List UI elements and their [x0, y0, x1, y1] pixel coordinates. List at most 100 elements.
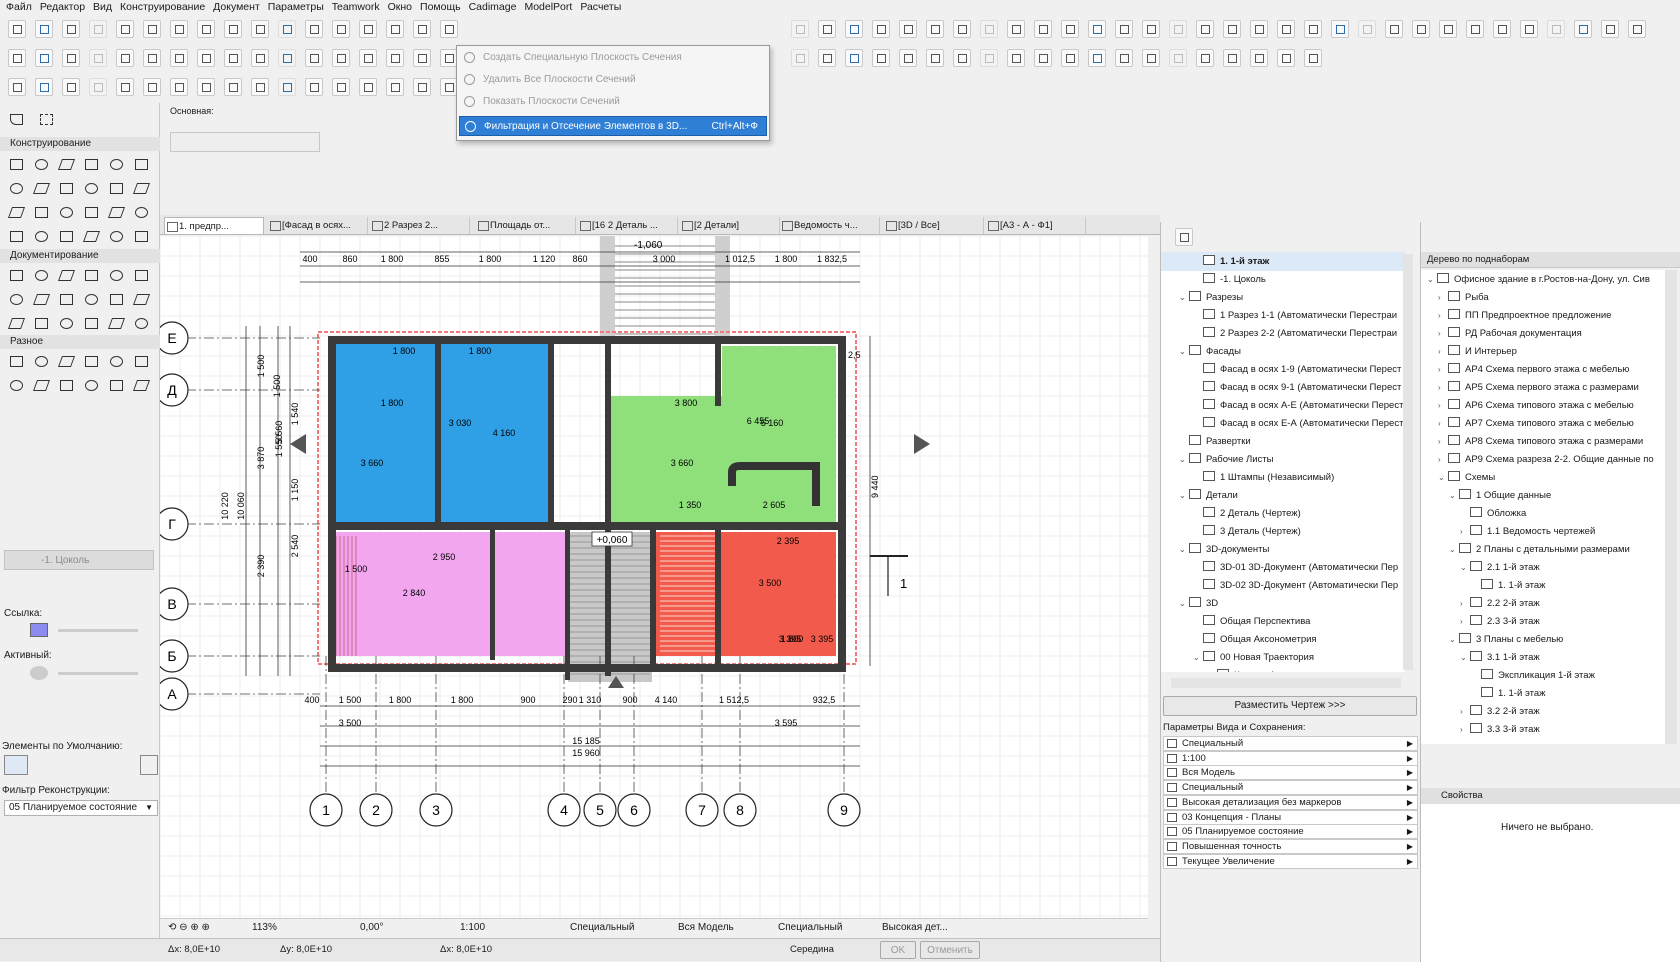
- menu-1[interactable]: Редактор: [38, 0, 91, 14]
- toolbar-button-icon[interactable]: [953, 49, 971, 67]
- ok-button[interactable]: OK: [880, 941, 916, 959]
- navigator-item[interactable]: Фасад в осях Е-А (Автоматически Перест: [1161, 414, 1405, 433]
- tool-icon[interactable]: [31, 377, 53, 395]
- toolbar-button-icon[interactable]: [791, 49, 809, 67]
- toolbar-button-icon[interactable]: [1547, 20, 1565, 38]
- toolbar-button-icon[interactable]: [62, 20, 80, 38]
- toolbar-button-icon[interactable]: [143, 20, 161, 38]
- tool-icon[interactable]: [6, 204, 28, 222]
- tool-icon[interactable]: [56, 377, 78, 395]
- tool-icon[interactable]: [6, 377, 28, 395]
- tool-icon[interactable]: [81, 156, 103, 174]
- view-param-row[interactable]: Вся Модель ▶: [1163, 765, 1418, 781]
- toolbar-button-icon[interactable]: [1628, 20, 1646, 38]
- organizer-item[interactable]: ⌄ 3 Планы с мебелью: [1421, 630, 1671, 649]
- toolbar-button-icon[interactable]: [1277, 49, 1295, 67]
- properties-header[interactable]: Свойства: [1421, 788, 1680, 804]
- view-tab[interactable]: Площадь от...: [476, 217, 576, 234]
- navigator-item[interactable]: 3 Деталь (Чертеж): [1161, 522, 1405, 541]
- story-selector[interactable]: -1. Цоколь: [4, 550, 154, 570]
- organizer-item[interactable]: › 1.1 Ведомость чертежей: [1421, 522, 1671, 541]
- view-param-row[interactable]: Специальный ▶: [1163, 780, 1418, 796]
- menu-item-show-section-planes[interactable]: Показать Плоскости Сечений: [459, 92, 767, 112]
- zoom-level[interactable]: 113%: [252, 922, 277, 933]
- navigator-item[interactable]: Общая Аксонометрия: [1161, 630, 1405, 649]
- toolbar-button-icon[interactable]: [143, 78, 161, 96]
- view-param-row[interactable]: Специальный ▶: [1163, 736, 1418, 751]
- navigator-item[interactable]: Развертки: [1161, 432, 1405, 451]
- tool-icon[interactable]: [106, 204, 128, 222]
- organizer-item[interactable]: › Рыба: [1421, 288, 1671, 307]
- organizer-item[interactable]: › 2.3 3-й этаж: [1421, 612, 1671, 631]
- coord-dy[interactable]: Δy: 8,0E+10: [280, 944, 332, 955]
- tool-icon[interactable]: [6, 180, 28, 198]
- chevron-icon[interactable]: ⌄: [1460, 648, 1470, 667]
- toolbar-button-icon[interactable]: [440, 20, 458, 38]
- tool-icon[interactable]: [31, 180, 53, 198]
- tool-icon[interactable]: [131, 228, 153, 246]
- coord-dx[interactable]: Δx: 8,0E+10: [168, 944, 220, 955]
- navigator-item[interactable]: ⌄ Фасады: [1161, 342, 1405, 361]
- toolbar-button-icon[interactable]: [1142, 49, 1160, 67]
- organizer-scrollbar[interactable]: [1665, 270, 1677, 744]
- navigator-item[interactable]: ⌄ Детали: [1161, 486, 1405, 505]
- toolbar-button-icon[interactable]: [1142, 20, 1160, 38]
- toolbar-button-icon[interactable]: [143, 49, 161, 67]
- tool-icon[interactable]: [81, 291, 103, 309]
- toolbar-button-icon[interactable]: [1304, 49, 1322, 67]
- tool-icon[interactable]: [131, 204, 153, 222]
- defaults-brush-icon[interactable]: [140, 755, 158, 775]
- toolbar-button-icon[interactable]: [818, 49, 836, 67]
- toolbar-button-icon[interactable]: [1007, 20, 1025, 38]
- navigator-item[interactable]: Общая Перспектива: [1161, 612, 1405, 631]
- toolbar-button-icon[interactable]: [116, 78, 134, 96]
- navigator-toolbar[interactable]: [1163, 227, 1313, 247]
- navigator-item[interactable]: ⌄ 3D-документы: [1161, 540, 1405, 559]
- organizer-item[interactable]: › 3.3 3-й этаж: [1421, 720, 1671, 739]
- toolbar-button-icon[interactable]: [305, 20, 323, 38]
- tool-icon[interactable]: [106, 315, 128, 333]
- organizer-item[interactable]: ⌄ 1 Общие данные: [1421, 486, 1671, 505]
- toolbar-button-icon[interactable]: [224, 20, 242, 38]
- tool-icon[interactable]: [6, 228, 28, 246]
- organizer-item[interactable]: 1. 1-й этаж: [1421, 684, 1671, 703]
- tool-icon[interactable]: [106, 377, 128, 395]
- chevron-icon[interactable]: ›: [1438, 450, 1448, 469]
- tool-icon[interactable]: [6, 353, 28, 371]
- view-tab[interactable]: Ведомость ч...: [780, 217, 880, 234]
- chevron-icon[interactable]: ›: [1460, 522, 1470, 541]
- chevron-icon[interactable]: ⌄: [1179, 486, 1189, 505]
- reference-swatch[interactable]: [30, 623, 48, 637]
- menu-8[interactable]: Помощь: [418, 0, 467, 14]
- active-slider[interactable]: [58, 672, 138, 675]
- place-drawing-button[interactable]: Разместить Чертеж >>>: [1163, 696, 1417, 716]
- chevron-icon[interactable]: ⌄: [1460, 558, 1470, 577]
- tool-icon[interactable]: [106, 267, 128, 285]
- tool-icon[interactable]: [106, 156, 128, 174]
- chevron-icon[interactable]: ›: [1460, 612, 1470, 631]
- menu-10[interactable]: ModelPort: [522, 0, 578, 14]
- toolbar-button-icon[interactable]: [8, 20, 26, 38]
- chevron-icon[interactable]: ⌄: [1179, 540, 1189, 559]
- menu-6[interactable]: Teamwork: [330, 0, 386, 14]
- chevron-icon[interactable]: ›: [1460, 702, 1470, 721]
- toolbar-button-icon[interactable]: [35, 78, 53, 96]
- toolbar-button-icon[interactable]: [224, 49, 242, 67]
- toolbar-button-icon[interactable]: [332, 78, 350, 96]
- toolbar-button-icon[interactable]: [1304, 20, 1322, 38]
- tool-icon[interactable]: [6, 156, 28, 174]
- zoom-controls[interactable]: ⟲ ⊖ ⊕ ⊕: [168, 922, 224, 933]
- menu-item-filter-cut-3d[interactable]: Фильтрация и Отсечение Элементов в 3D...…: [459, 116, 767, 136]
- navigator-item[interactable]: ⌄ Разрезы: [1161, 288, 1405, 307]
- chevron-icon[interactable]: ›: [1460, 720, 1470, 739]
- navigator-menu-icon[interactable]: [1175, 228, 1193, 246]
- toolbar-button-icon[interactable]: [359, 20, 377, 38]
- tool-icon[interactable]: [131, 353, 153, 371]
- toolbar-button-icon[interactable]: [1412, 20, 1430, 38]
- organizer-item[interactable]: Обложка: [1421, 504, 1671, 523]
- toolbar-button-icon[interactable]: [953, 20, 971, 38]
- tool-icon[interactable]: [131, 156, 153, 174]
- tool-icon[interactable]: [106, 180, 128, 198]
- organizer-item[interactable]: › АР4 Схема первого этажа с мебелью: [1421, 360, 1671, 379]
- view-tab[interactable]: [16 2 Деталь ...: [578, 217, 678, 234]
